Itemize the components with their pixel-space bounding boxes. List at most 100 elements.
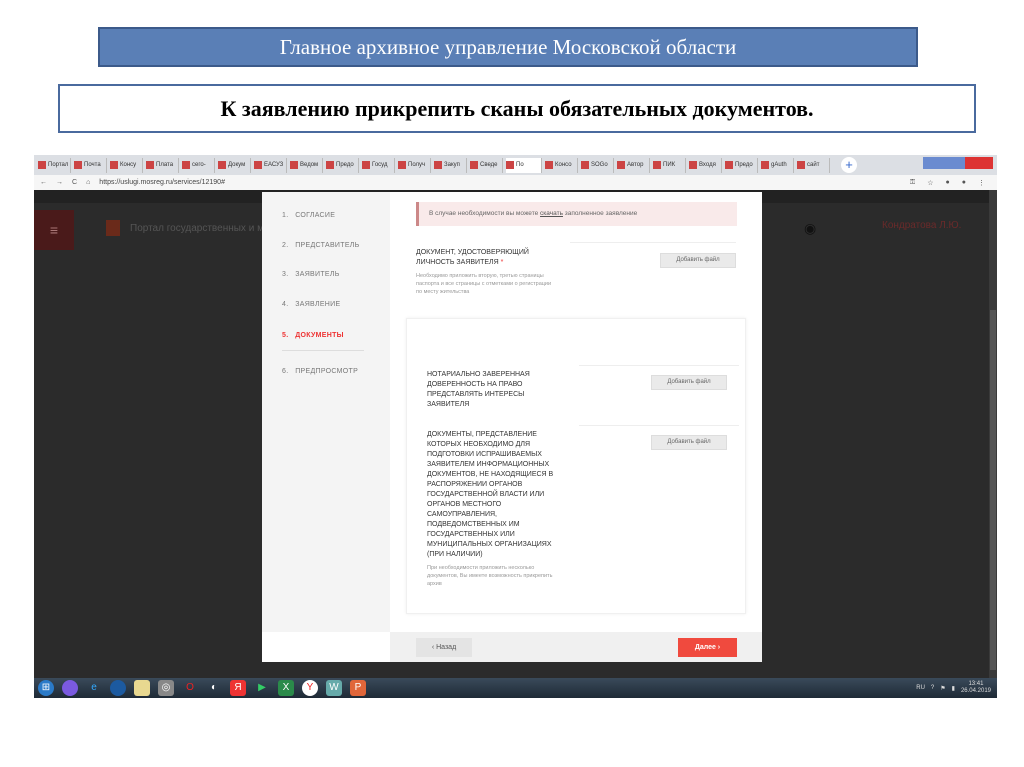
favicon-icon [470,161,478,169]
favicon-icon [74,161,82,169]
favicon-icon [581,161,589,169]
doc-title: Документы, представление которых необход… [427,431,554,558]
app-icon[interactable]: ◐ [206,680,222,696]
user-name[interactable]: Кондратова Л.Ю. [882,220,961,231]
documents-step: В случае необходимости вы можете скачать… [390,192,762,632]
browser-tab[interactable]: SOGo [581,157,614,173]
favicon-icon [506,161,514,169]
eye-icon[interactable]: ◉ [804,220,816,237]
browser-tab[interactable]: Автор [617,157,650,173]
back-button[interactable]: ‹ Назад [416,638,472,657]
step-3[interactable]: 3. ЗАЯВИТЕЛЬ [282,271,340,278]
home-icon[interactable]: ⌂ [86,179,90,186]
cortana-icon[interactable] [62,680,78,696]
step-4[interactable]: 4. ЗАЯВЛЕНИЕ [282,301,340,308]
browser-tab[interactable]: Докум [218,157,251,173]
step-1[interactable]: 1. СОГЛАСИЕ [282,212,335,219]
crest-icon [106,220,120,236]
help-icon[interactable]: ? [931,685,934,691]
extension-icon[interactable]: ● [946,179,950,187]
browser-tab[interactable]: Портал [38,157,71,173]
reload-icon[interactable]: C [72,179,77,186]
browser-tab[interactable]: Почта [74,157,107,173]
key-icon[interactable]: ⚿ [910,179,915,187]
favicon-icon [146,161,154,169]
browser-tab[interactable]: gAuth [761,157,794,173]
add-file-button[interactable]: Добавить файл [660,253,736,268]
window-controls[interactable] [923,157,993,169]
start-icon[interactable]: ⊞ [38,680,54,696]
browser-tab[interactable]: Консу [110,157,143,173]
add-file-button[interactable]: Добавить файл [651,375,727,390]
browser-tab[interactable]: Входя [689,157,722,173]
doc-hint: Необходимо приложить вторую, третью стра… [416,273,552,295]
documents-card: Нотариально заверенная доверенность на п… [406,318,746,614]
add-file-button[interactable]: Добавить файл [651,435,727,450]
browser-tab[interactable]: Плата [146,157,179,173]
language-indicator[interactable]: RU [916,685,925,691]
network-icon[interactable]: ▮ [952,685,955,692]
step-6[interactable]: 6. ПРЕДПРОСМОТР [282,368,358,375]
favicon-icon [797,161,805,169]
steps-nav: 1. СОГЛАСИЕ 2. ПРЕДСТАВИТЕЛЬ 3. ЗАЯВИТЕЛЬ 4… [262,192,390,632]
browser-tab[interactable]: Госуд [362,157,395,173]
clock[interactable]: 13:41 26.04.2019 [961,681,991,695]
star-icon[interactable]: ☆ [927,179,933,187]
browser-tab[interactable]: Ведом [290,157,323,173]
browser-tab[interactable]: Предо [326,157,359,173]
page-overlay: ≡ Портал государственных и му ◉ Кондрато… [34,190,997,678]
browser-tab[interactable]: Сведе [470,157,503,173]
back-icon[interactable]: ← [40,179,47,186]
chrome-icon[interactable]: ◎ [158,680,174,696]
media-icon[interactable]: ▶ [254,680,270,696]
new-tab-button[interactable]: + [841,157,857,173]
browser-tab[interactable]: Консо [545,157,578,173]
browser-tab[interactable]: сего- [182,157,215,173]
folder-icon[interactable] [134,680,150,696]
favicon-icon [398,161,406,169]
browser-tab[interactable]: сайт [797,157,830,173]
url-input[interactable]: https://uslugi.mosreg.ru/services/12190# [99,179,225,186]
ie-icon[interactable]: e [86,680,102,696]
download-link[interactable]: скачать [540,210,563,217]
globe-icon[interactable] [110,680,126,696]
favicon-icon [434,161,442,169]
tab-bar: Портал Почта Консу Плата сего- Докум ЕАСУЗ Ведо… [34,155,997,175]
browser-tab[interactable]: ЕАСУЗ [254,157,287,173]
favicon-icon [725,161,733,169]
excel-icon[interactable]: X [278,680,294,696]
doc-hint: При необходимости приложить несколько до… [427,565,553,587]
favicon-icon [182,161,190,169]
download-alert: В случае необходимости вы можете скачать… [416,202,737,226]
favicon-icon [362,161,370,169]
browser-tab[interactable]: Получ [398,157,431,173]
powerpoint-icon[interactable]: P [350,680,366,696]
favicon-icon [218,161,226,169]
favicon-icon [290,161,298,169]
flag-icon[interactable]: ⚑ [940,685,945,692]
opera-icon[interactable]: O [182,680,198,696]
hamburger-icon[interactable]: ≡ [34,210,74,250]
menu-icon[interactable]: ⋮ [978,179,985,187]
browser-tab[interactable]: Предо [725,157,758,173]
browser-screenshot: Портал Почта Консу Плата сего- Докум ЕАСУЗ Ведо… [34,155,997,698]
yandex-icon[interactable]: Я [230,680,246,696]
browser-tab[interactable]: ПИК [653,157,686,173]
scrollbar[interactable] [989,190,997,678]
taskbar: ⊞ e ◎ O ◐ Я ▶ X Y W P RU ? ⚑ ▮ 13:41 26.0… [34,678,997,698]
step-2[interactable]: 2. ПРЕДСТАВИТЕЛЬ [282,242,360,249]
word-icon[interactable]: W [326,680,342,696]
favicon-icon [38,161,46,169]
profile-icon[interactable]: ● [962,179,966,187]
slide-subtitle: К заявлению прикрепить сканы обязательны… [58,84,976,133]
forward-icon[interactable]: → [56,179,63,186]
browser-tab[interactable]: Закуп [434,157,467,173]
system-tray: RU ? ⚑ ▮ 13:41 26.04.2019 [916,681,991,695]
step-5[interactable]: 5. ДОКУМЕНТЫ [282,332,344,339]
yandex-browser-icon[interactable]: Y [302,680,318,696]
browser-tab[interactable]: По [506,157,542,173]
favicon-icon [326,161,334,169]
doc-title: Документ, удостоверяющий личность заявит… [416,249,529,266]
portal-title: Портал государственных и му [130,222,270,234]
next-button[interactable]: Далее › [678,638,737,657]
